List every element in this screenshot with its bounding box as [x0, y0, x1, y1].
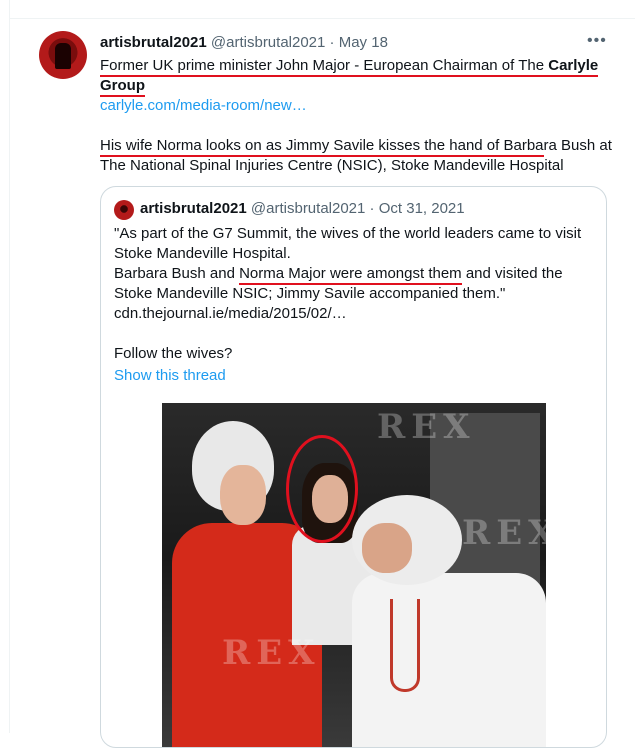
quote-line-3: Barbara Bush and Norma Major were amongs…: [114, 264, 599, 285]
tweet-line-1: Former UK prime minister John Major - Eu…: [100, 56, 620, 77]
more-horizontal-icon[interactable]: •••: [587, 32, 607, 50]
photo-watermark: REX: [377, 407, 476, 447]
quote-avatar[interactable]: [114, 200, 134, 220]
photo-watermark: REX: [462, 513, 546, 553]
tweet-text-segment: ra Bush at: [543, 137, 612, 154]
author-handle[interactable]: @artisbrutal2021: [211, 34, 325, 51]
photo-figure-face: [362, 523, 412, 573]
quote-photo[interactable]: REX REX REX: [162, 403, 546, 747]
photo-figure-face: [220, 465, 266, 525]
author-name[interactable]: artisbrutal2021: [100, 34, 207, 51]
dot-separator: ·: [329, 34, 335, 51]
avatar[interactable]: [39, 31, 87, 79]
quote-text-segment: and visited the: [461, 265, 563, 282]
quote-date[interactable]: Oct 31, 2021: [379, 200, 465, 217]
bold-text: Group: [100, 77, 145, 97]
quote-line-5: cdn.thejournal.ie/media/2015/02/…: [114, 305, 347, 322]
underlined-text: Former UK prime minister John Major - Eu…: [100, 57, 599, 77]
tweet-line-3: His wife Norma looks on as Jimmy Savile …: [100, 136, 620, 157]
quote-line-4: Stoke Mandeville NSIC; Jimmy Savile acco…: [114, 285, 506, 302]
underlined-text: His wife Norma looks on as Jimmy Savile …: [100, 137, 544, 157]
quote-header: artisbrutal2021 @artisbrutal2021 · Oct 3…: [140, 199, 465, 219]
bold-text: Carlyle: [548, 57, 599, 74]
photo-medal-ribbon: [390, 599, 420, 692]
photo-figure-white-tracksuit: [352, 573, 546, 747]
tweet-date[interactable]: May 18: [339, 34, 388, 51]
tweet-header: artisbrutal2021 @artisbrutal2021 · May 1…: [100, 33, 388, 53]
tweet-link[interactable]: carlyle.com/media-room/new…: [100, 96, 620, 116]
tweet-line-4: The National Spinal Injuries Centre (NSI…: [100, 157, 564, 174]
quote-line-6: Follow the wives?: [114, 345, 233, 362]
show-thread-link[interactable]: Show this thread: [114, 367, 226, 384]
underlined-text: Norma Major were amongst them: [239, 265, 462, 285]
tweet-text: Former UK prime minister John Major - Eu…: [100, 56, 620, 176]
tweet-text-segment: Former UK prime minister John Major - Eu…: [100, 57, 549, 74]
quoted-tweet[interactable]: artisbrutal2021 @artisbrutal2021 · Oct 3…: [100, 186, 607, 748]
quote-text: "As part of the G7 Summit, the wives of …: [114, 224, 599, 364]
quote-text-segment: Barbara Bush and: [114, 265, 240, 282]
tweet-line-2: Group: [100, 76, 620, 97]
dot-separator: ·: [369, 200, 375, 217]
photo-watermark: REX: [222, 633, 321, 673]
annotation-circle: [286, 435, 358, 543]
quote-author-handle[interactable]: @artisbrutal2021: [251, 200, 365, 217]
quote-author-name[interactable]: artisbrutal2021: [140, 200, 247, 217]
quote-line-1: "As part of the G7 Summit, the wives of …: [114, 225, 582, 242]
quote-line-2: Stoke Mandeville Hospital.: [114, 245, 291, 262]
timeline-border: [0, 0, 10, 733]
avatar-figure: [55, 43, 71, 69]
tweet[interactable]: artisbrutal2021 @artisbrutal2021 · May 1…: [10, 19, 635, 748]
